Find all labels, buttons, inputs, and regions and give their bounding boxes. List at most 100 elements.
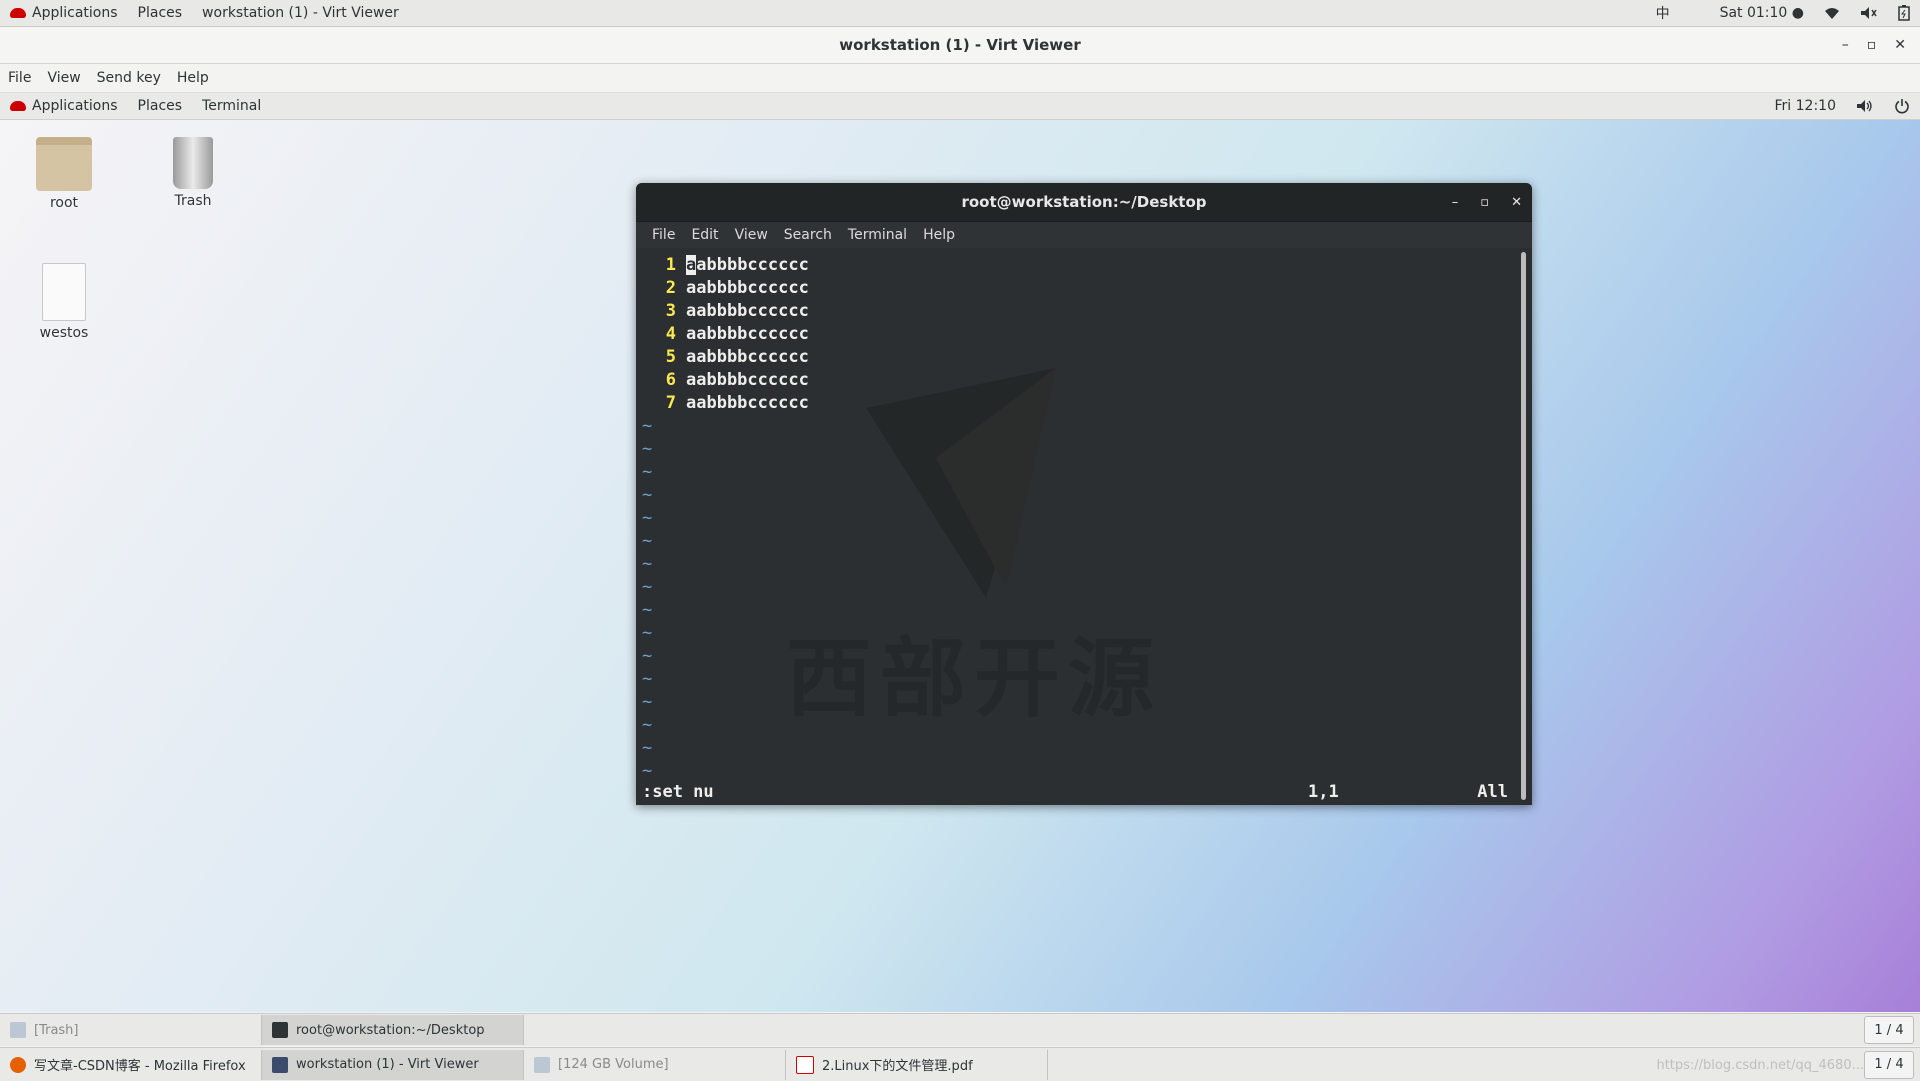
minimize-icon[interactable]: – [1842, 37, 1849, 53]
menu-help[interactable]: Help [169, 70, 217, 86]
redhat-icon [10, 8, 26, 18]
trash-icon [10, 1022, 26, 1038]
taskbar-item-pdf[interactable]: 2.Linux下的文件管理.pdf [786, 1049, 1048, 1080]
terminal-text-area[interactable]: 西部开源 1 aabbbbcccccc 2 aabbbbcccccc 3 aabbbbcc… [636, 248, 1532, 805]
line-text: aabbbbcccccc [686, 347, 809, 367]
taskbar-item-firefox[interactable]: 写文章-CSDN博客 - Mozilla Firefox [0, 1049, 262, 1080]
cursor-position: 1,1 [1308, 782, 1339, 802]
vim-command: :set nu [642, 782, 714, 802]
home-folder-icon [36, 137, 92, 191]
guest-applications-menu[interactable]: Applications [0, 98, 128, 114]
trash-icon [173, 137, 213, 189]
terminal-scrollbar[interactable] [1521, 252, 1526, 800]
line-text: aabbbbcccccc [686, 393, 809, 413]
terminal-menubar: File Edit View Search Terminal Help [636, 222, 1532, 248]
line-number: 5 [665, 347, 676, 367]
input-method-indicator[interactable]: 中 [1646, 0, 1680, 26]
close-icon[interactable]: ✕ [1511, 195, 1522, 210]
terminal-menu-terminal[interactable]: Terminal [840, 227, 915, 243]
minimize-icon[interactable]: – [1452, 195, 1459, 210]
guest-applications-label: Applications [32, 98, 118, 114]
volume-muted-icon[interactable] [1850, 0, 1888, 26]
host-applications-menu[interactable]: Applications [0, 0, 128, 26]
taskbar-item-label: [Trash] [34, 1022, 79, 1038]
volume-icon[interactable] [1846, 99, 1884, 113]
text-file-icon [42, 263, 86, 321]
host-places-menu[interactable]: Places [128, 0, 193, 26]
line-number: 2 [665, 278, 676, 298]
taskbar-item-label: 写文章-CSDN博客 - Mozilla Firefox [34, 1059, 246, 1074]
guest-taskbar: [Trash] root@workstation:~/Desktop 1 / 4 [0, 1013, 1920, 1046]
desktop-icon-trash[interactable]: Trash [148, 137, 238, 209]
terminal-menu-view[interactable]: View [727, 227, 776, 243]
wifi-icon[interactable] [1814, 0, 1850, 26]
battery-icon[interactable] [1888, 0, 1920, 26]
firefox-icon [10, 1056, 26, 1073]
desktop-icon-westos[interactable]: westos [19, 263, 109, 341]
line-text: aabbbbcccccc [686, 324, 809, 344]
terminal-menu-file[interactable]: File [644, 227, 683, 243]
vim-line: 1 aabbbbcccccc [642, 254, 1532, 277]
taskbar-item-label: root@workstation:~/Desktop [296, 1022, 485, 1038]
taskbar-item-virt-viewer[interactable]: workstation (1) - Virt Viewer [262, 1049, 524, 1080]
watermark-url: https://blog.csdn.net/qq_4680... [1656, 1058, 1864, 1073]
maximize-icon[interactable]: ▫ [1480, 195, 1489, 210]
line-text: aabbbbcccccc [686, 370, 809, 390]
virt-viewer-title: workstation (1) - Virt Viewer [839, 36, 1081, 54]
line-number: 1 [665, 255, 676, 275]
taskbar-item-volume[interactable]: [124 GB Volume] [524, 1049, 786, 1080]
host-top-bar: Applications Places workstation (1) - Vi… [0, 0, 1920, 27]
line-number: 4 [665, 324, 676, 344]
pdf-icon [796, 1055, 814, 1074]
text-cursor: a [686, 255, 697, 275]
vim-line: 2 aabbbbcccccc [642, 277, 1532, 300]
power-icon[interactable] [1884, 98, 1920, 114]
desktop-icon-root[interactable]: root [19, 137, 109, 211]
terminal-menu-help[interactable]: Help [915, 227, 963, 243]
line-text: aabbbbcccccc [686, 278, 809, 298]
desktop-icon-label: root [49, 195, 79, 211]
menu-send-key[interactable]: Send key [89, 70, 169, 86]
menu-view[interactable]: View [39, 70, 88, 86]
virt-viewer-titlebar: workstation (1) - Virt Viewer – ▫ ✕ [0, 27, 1920, 64]
line-text: abbbbcccccc [696, 255, 809, 275]
workspace-pager[interactable]: 1 / 4 [1864, 1016, 1914, 1044]
line-text: aabbbbcccccc [686, 301, 809, 321]
desktop-icon-label: westos [39, 325, 89, 341]
terminal-title: root@workstation:~/Desktop [961, 193, 1207, 211]
virt-viewer-icon [272, 1056, 288, 1073]
guest-places-menu[interactable]: Places [128, 98, 193, 114]
line-number: 6 [665, 370, 676, 390]
close-icon[interactable]: ✕ [1894, 37, 1906, 53]
taskbar-item-label: [124 GB Volume] [558, 1057, 669, 1072]
taskbar-item-terminal[interactable]: root@workstation:~/Desktop [262, 1015, 524, 1045]
vim-tilde: ~ [642, 738, 653, 758]
westos-logo-watermark [866, 368, 1056, 598]
maximize-icon[interactable]: ▫ [1867, 37, 1877, 53]
host-taskbar: 写文章-CSDN博客 - Mozilla Firefox workstation… [0, 1047, 1920, 1081]
taskbar-item-label: workstation (1) - Virt Viewer [296, 1057, 479, 1072]
host-active-window-title[interactable]: workstation (1) - Virt Viewer [192, 0, 409, 26]
vim-tilde: ~ [642, 761, 653, 781]
guest-clock[interactable]: Fri 12:10 [1765, 98, 1846, 114]
virt-viewer-menubar: File View Send key Help [0, 64, 1920, 93]
desktop-icon-label: Trash [174, 193, 212, 209]
host-applications-label: Applications [32, 5, 118, 21]
menu-file[interactable]: File [0, 70, 39, 86]
line-number: 7 [665, 393, 676, 413]
watermark-text: 西部开源 [786, 629, 1162, 729]
terminal-titlebar[interactable]: root@workstation:~/Desktop – ▫ ✕ [636, 183, 1532, 222]
terminal-window[interactable]: root@workstation:~/Desktop – ▫ ✕ File Ed… [636, 183, 1532, 805]
terminal-menu-search[interactable]: Search [776, 227, 840, 243]
guest-terminal-app-menu[interactable]: Terminal [192, 98, 271, 114]
taskbar-item-trash[interactable]: [Trash] [0, 1015, 262, 1045]
line-number: 3 [665, 301, 676, 321]
taskbar-item-label: 2.Linux下的文件管理.pdf [822, 1059, 973, 1074]
terminal-icon [272, 1022, 288, 1038]
terminal-menu-edit[interactable]: Edit [683, 227, 726, 243]
scroll-position: All [1477, 782, 1508, 802]
workspace-pager[interactable]: 1 / 4 [1864, 1050, 1914, 1079]
redhat-icon [10, 101, 26, 111]
host-clock[interactable]: Sat 01:10 ● [1710, 0, 1814, 26]
drive-icon [534, 1056, 550, 1073]
